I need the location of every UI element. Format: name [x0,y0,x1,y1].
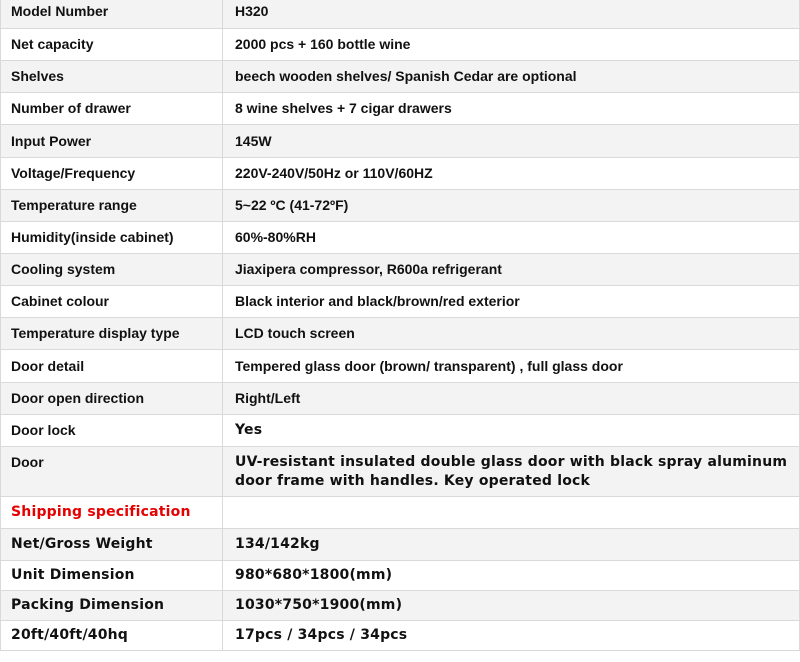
row-label: 20ft/40ft/40hq [0,620,223,651]
row-label: Door open direction [0,382,223,415]
table-row: Shelves beech wooden shelves/ Spanish Ce… [0,60,800,93]
table-row: Temperature range 5~22 ºC (41-72ºF) [0,189,800,222]
row-label: Unit Dimension [0,560,223,591]
row-value: Tempered glass door (brown/ transparent)… [222,349,800,383]
table-row: 20ft/40ft/40hq 17pcs / 34pcs / 34pcs [0,620,800,651]
row-label: Shelves [0,60,223,93]
spec-table: Model Number H320 Net capacity 2000 pcs … [0,0,800,651]
table-row: Packing Dimension 1030*750*1900(mm) [0,590,800,621]
row-label: Net capacity [0,28,223,61]
table-row: Net/Gross Weight 134/142kg [0,528,800,561]
row-value: UV-resistant insulated double glass door… [222,446,800,497]
row-label: Net/Gross Weight [0,528,223,561]
row-value: Yes [222,414,800,447]
row-label: Door detail [0,349,223,383]
row-value: Right/Left [222,382,800,415]
row-label: Temperature range [0,189,223,222]
table-row: Number of drawer 8 wine shelves + 7 ciga… [0,92,800,125]
row-value: 1030*750*1900(mm) [222,590,800,621]
row-value: 17pcs / 34pcs / 34pcs [222,620,800,651]
table-row: Net capacity 2000 pcs + 160 bottle wine [0,28,800,61]
row-value: 8 wine shelves + 7 cigar drawers [222,92,800,125]
row-value: LCD touch screen [222,317,800,350]
table-row: Model Number H320 [0,0,800,29]
table-row: Cabinet colour Black interior and black/… [0,285,800,318]
row-label: Humidity(inside cabinet) [0,221,223,254]
row-value: 220V-240V/50Hz or 110V/60HZ [222,157,800,190]
table-row: Humidity(inside cabinet) 60%-80%RH [0,221,800,254]
table-row: Input Power 145W [0,124,800,158]
row-label: Input Power [0,124,223,158]
table-row: Voltage/Frequency 220V-240V/50Hz or 110V… [0,157,800,190]
row-value: beech wooden shelves/ Spanish Cedar are … [222,60,800,93]
table-row: Temperature display type LCD touch scree… [0,317,800,350]
row-value: 5~22 ºC (41-72ºF) [222,189,800,222]
row-label: Packing Dimension [0,590,223,621]
table-row: Shipping specification [0,496,800,529]
table-row: Cooling system Jiaxipera compressor, R60… [0,253,800,286]
row-value: 145W [222,124,800,158]
row-label: Door [0,446,223,497]
row-value: 60%-80%RH [222,221,800,254]
table-row: Door lock Yes [0,414,800,447]
row-label: Cabinet colour [0,285,223,318]
row-label: Voltage/Frequency [0,157,223,190]
row-label: Model Number [0,0,223,29]
row-value: 2000 pcs + 160 bottle wine [222,28,800,61]
row-label: Temperature display type [0,317,223,350]
table-row: Door UV-resistant insulated double glass… [0,446,800,497]
section-heading: Shipping specification [0,496,223,529]
row-label: Cooling system [0,253,223,286]
row-value [222,496,800,529]
row-label: Door lock [0,414,223,447]
table-row: Unit Dimension 980*680*1800(mm) [0,560,800,591]
row-label: Number of drawer [0,92,223,125]
row-value: Jiaxipera compressor, R600a refrigerant [222,253,800,286]
row-value: Black interior and black/brown/red exter… [222,285,800,318]
row-value: 134/142kg [222,528,800,561]
table-row: Door open direction Right/Left [0,382,800,415]
row-value: 980*680*1800(mm) [222,560,800,591]
table-row: Door detail Tempered glass door (brown/ … [0,349,800,383]
row-value: H320 [222,0,800,29]
